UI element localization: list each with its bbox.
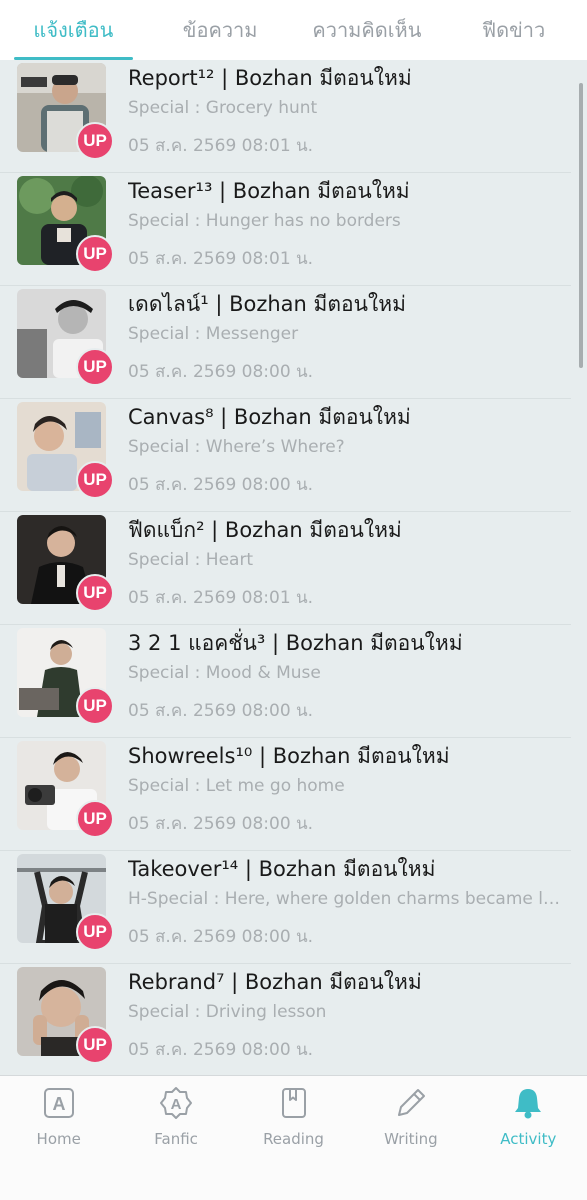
up-badge: UP [76,1026,114,1064]
fanfic-icon: A [160,1087,193,1119]
up-badge: UP [76,574,114,612]
svg-text:A: A [52,1094,65,1114]
notification-time: 05 ส.ค. 2569 08:00 น. [128,475,314,495]
home-icon: A [43,1088,74,1118]
book-icon [281,1088,306,1118]
bottom-nav: A Home A Fanfic Reading Writing Activity [0,1075,587,1200]
notification-subtitle: Special : Heart [128,550,254,570]
notification-time: 05 ส.ค. 2569 08:00 น. [128,701,314,721]
notification-title: Showreels¹⁰ | Bozhan มีตอนใหม่ [128,744,450,768]
notification-title: Rebrand⁷ | Bozhan มีตอนใหม่ [128,970,422,994]
notification-title: Takeover¹⁴ | Bozhan มีตอนใหม่ [128,857,436,881]
up-badge: UP [76,913,114,951]
notification-time: 05 ส.ค. 2569 08:00 น. [128,927,314,947]
notification-title: Teaser¹³ | Bozhan มีตอนใหม่ [128,179,410,203]
notification-title: Report¹² | Bozhan มีตอนใหม่ [128,66,412,90]
notification-item[interactable]: UP ฟีดแบ็ก² | Bozhan มีตอนใหม่ Special :… [0,512,571,625]
up-badge: UP [76,800,114,838]
notification-item[interactable]: UP Showreels¹⁰ | Bozhan มีตอนใหม่ Specia… [0,738,571,851]
notification-item[interactable]: UP เดดไลน์¹ | Bozhan มีตอนใหม่ Special :… [0,286,571,399]
up-badge: UP [76,687,114,725]
notification-item[interactable]: UP Report¹² | Bozhan มีตอนใหม่ Special :… [0,60,571,173]
nav-activity[interactable]: Activity [470,1076,587,1200]
notification-list[interactable]: UP Report¹² | Bozhan มีตอนใหม่ Special :… [0,60,587,1075]
notification-title: 3 2 1 แอคชั่น³ | Bozhan มีตอนใหม่ [128,631,463,655]
notification-title: Canvas⁸ | Bozhan มีตอนใหม่ [128,405,411,429]
nav-fanfic-label: Fanfic [154,1130,198,1148]
nav-home[interactable]: A Home [0,1076,117,1200]
nav-activity-label: Activity [500,1130,557,1148]
tab-messages[interactable]: ข้อความ [147,0,294,60]
pencil-icon [397,1089,425,1116]
notification-time: 05 ส.ค. 2569 08:01 น. [128,249,314,269]
notification-subtitle: Special : Mood & Muse [128,663,321,683]
nav-home-label: Home [36,1130,81,1148]
notification-subtitle: H-Special : Here, where golden charms be… [128,889,565,909]
notification-item[interactable]: UP Takeover¹⁴ | Bozhan มีตอนใหม่ H-Speci… [0,851,571,964]
notification-subtitle: Special : Where’s Where? [128,437,345,457]
notification-subtitle: Special : Driving lesson [128,1002,327,1022]
notification-subtitle: Special : Let me go home [128,776,345,796]
nav-fanfic[interactable]: A Fanfic [117,1076,234,1200]
tab-notifications[interactable]: แจ้งเตือน [0,0,147,60]
notification-title: ฟีดแบ็ก² | Bozhan มีตอนใหม่ [128,518,402,542]
tab-news-feed[interactable]: ฟีดข่าว [440,0,587,60]
nav-reading[interactable]: Reading [235,1076,352,1200]
scrollbar[interactable] [579,83,583,368]
bell-icon [515,1089,542,1119]
nav-reading-label: Reading [263,1130,324,1148]
notification-item[interactable]: UP Teaser¹³ | Bozhan มีตอนใหม่ Special :… [0,173,571,286]
nav-writing-label: Writing [384,1130,438,1148]
notification-subtitle: Special : Grocery hunt [128,98,318,118]
notification-subtitle: Special : Messenger [128,324,299,344]
notification-time: 05 ส.ค. 2569 08:00 น. [128,814,314,834]
notification-item[interactable]: UP 3 2 1 แอคชั่น³ | Bozhan มีตอนใหม่ Spe… [0,625,571,738]
up-badge: UP [76,122,114,160]
notification-title: เดดไลน์¹ | Bozhan มีตอนใหม่ [128,292,406,316]
up-badge: UP [76,235,114,273]
notification-item[interactable]: UP Canvas⁸ | Bozhan มีตอนใหม่ Special : … [0,399,571,512]
notification-item[interactable]: UP Rebrand⁷ | Bozhan มีตอนใหม่ Special :… [0,964,571,1075]
notification-subtitle: Special : Hunger has no borders [128,211,401,231]
notification-time: 05 ส.ค. 2569 08:00 น. [128,1040,314,1060]
up-badge: UP [76,348,114,386]
up-badge: UP [76,461,114,499]
notification-time: 05 ส.ค. 2569 08:01 น. [128,136,314,156]
nav-writing[interactable]: Writing [352,1076,469,1200]
notification-time: 05 ส.ค. 2569 08:00 น. [128,362,314,382]
top-tab-bar: แจ้งเตือน ข้อความ ความคิดเห็น ฟีดข่าว [0,0,587,60]
tab-comments[interactable]: ความคิดเห็น [294,0,441,60]
svg-text:A: A [171,1096,182,1113]
notification-time: 05 ส.ค. 2569 08:01 น. [128,588,314,608]
